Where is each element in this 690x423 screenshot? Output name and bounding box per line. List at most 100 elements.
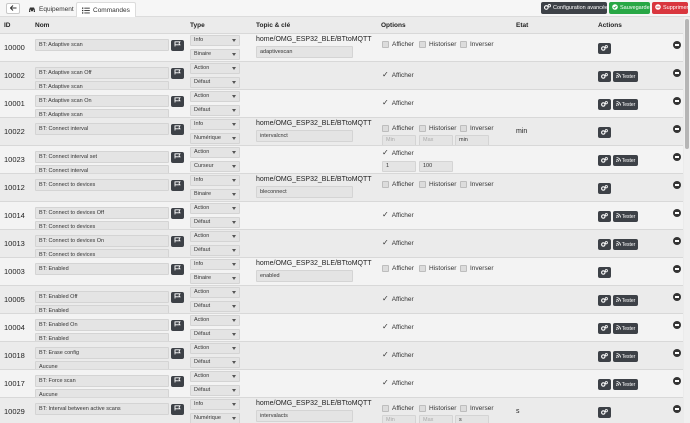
- afficher-option[interactable]: Afficher: [382, 181, 414, 188]
- test-button[interactable]: Tester: [613, 351, 638, 362]
- configure-button[interactable]: [598, 127, 611, 138]
- command-name-input[interactable]: BT: Adaptive scan Off: [35, 67, 169, 79]
- afficher-option[interactable]: ✓ Afficher: [382, 71, 414, 79]
- configure-button[interactable]: [598, 295, 611, 306]
- type-select[interactable]: Action: [190, 147, 240, 158]
- subtype-select[interactable]: Défaut: [190, 301, 240, 312]
- slider-min-input[interactable]: 1: [382, 161, 416, 172]
- inverser-option[interactable]: Inverser: [460, 125, 493, 132]
- afficher-option[interactable]: ✓ Afficher: [382, 295, 414, 303]
- remove-command-icon[interactable]: [673, 237, 681, 245]
- type-select[interactable]: Action: [190, 231, 240, 242]
- configure-button[interactable]: [598, 211, 611, 222]
- subtype-select[interactable]: Défaut: [190, 105, 240, 116]
- remove-command-icon[interactable]: [673, 405, 681, 413]
- command-name-input[interactable]: BT: Enabled Off: [35, 291, 169, 303]
- afficher-option[interactable]: ✓ Afficher: [382, 323, 414, 331]
- configure-icon-button[interactable]: [171, 291, 184, 303]
- afficher-option-checkbox[interactable]: [382, 405, 389, 412]
- test-button[interactable]: Tester: [613, 99, 638, 110]
- afficher-option[interactable]: ✓ Afficher: [382, 379, 414, 387]
- remove-command-icon[interactable]: [673, 377, 681, 385]
- configure-button[interactable]: [598, 183, 611, 194]
- command-name-input[interactable]: BT: Connect to devices On: [35, 235, 169, 247]
- subtype-select[interactable]: Défaut: [190, 217, 240, 228]
- remove-command-icon[interactable]: [673, 69, 681, 77]
- command-name-input[interactable]: BT: Adaptive scan: [35, 39, 169, 51]
- remove-command-icon[interactable]: [673, 97, 681, 105]
- configure-icon-button[interactable]: [171, 151, 184, 163]
- min-input[interactable]: Min: [382, 415, 416, 423]
- test-button[interactable]: Tester: [613, 71, 638, 82]
- remove-command-icon[interactable]: [673, 41, 681, 49]
- advanced-config-button[interactable]: Configuration avancée: [541, 2, 608, 14]
- configure-icon-button[interactable]: [171, 375, 184, 387]
- inverser-option-checkbox[interactable]: [460, 405, 467, 412]
- configure-icon-button[interactable]: [171, 207, 184, 219]
- command-name-input[interactable]: BT: Interval between active scans: [35, 403, 169, 415]
- afficher-option-checkbox[interactable]: [382, 265, 389, 272]
- remove-command-icon[interactable]: [673, 349, 681, 357]
- historiser-option-checkbox[interactable]: [419, 265, 426, 272]
- configure-icon-button[interactable]: [171, 179, 184, 191]
- command-name-input[interactable]: BT: Erase config: [35, 347, 169, 359]
- topic-key-input[interactable]: intervalcnct: [256, 130, 353, 142]
- test-button[interactable]: Tester: [613, 323, 638, 334]
- historiser-option[interactable]: Historiser: [419, 265, 456, 272]
- column-header-name[interactable]: Nom: [35, 22, 49, 32]
- remove-command-icon[interactable]: [673, 209, 681, 217]
- command-name-input[interactable]: BT: Enabled: [35, 263, 169, 275]
- configure-icon-button[interactable]: [171, 263, 184, 275]
- afficher-option[interactable]: ✓ Afficher: [382, 239, 414, 247]
- historiser-option-checkbox[interactable]: [419, 405, 426, 412]
- configure-button[interactable]: [598, 407, 611, 418]
- remove-command-icon[interactable]: [673, 153, 681, 161]
- afficher-option[interactable]: Afficher: [382, 41, 414, 48]
- afficher-option[interactable]: Afficher: [382, 405, 414, 412]
- remove-command-icon[interactable]: [673, 293, 681, 301]
- configure-icon-button[interactable]: [171, 123, 184, 135]
- historiser-option-checkbox[interactable]: [419, 41, 426, 48]
- back-button[interactable]: [6, 3, 20, 14]
- configure-icon-button[interactable]: [171, 347, 184, 359]
- inverser-option-checkbox[interactable]: [460, 265, 467, 272]
- type-select[interactable]: Info: [190, 119, 240, 130]
- test-button[interactable]: Tester: [613, 211, 638, 222]
- configure-button[interactable]: [598, 351, 611, 362]
- configure-button[interactable]: [598, 71, 611, 82]
- remove-command-icon[interactable]: [673, 265, 681, 273]
- command-name-input[interactable]: BT: Connect to devices Off: [35, 207, 169, 219]
- configure-icon-button[interactable]: [171, 95, 184, 107]
- remove-command-icon[interactable]: [673, 321, 681, 329]
- historiser-option-checkbox[interactable]: [419, 125, 426, 132]
- afficher-option[interactable]: Afficher: [382, 265, 414, 272]
- inverser-option[interactable]: Inverser: [460, 181, 493, 188]
- command-name-input[interactable]: BT: Connect interval: [35, 123, 169, 135]
- type-select[interactable]: Action: [190, 315, 240, 326]
- topic-key-input[interactable]: intervalacts: [256, 410, 353, 422]
- command-name-input[interactable]: BT: Force scan: [35, 375, 169, 387]
- inverser-option[interactable]: Inverser: [460, 405, 493, 412]
- historiser-option[interactable]: Historiser: [419, 41, 456, 48]
- max-input[interactable]: Max: [419, 415, 453, 423]
- configure-button[interactable]: [598, 155, 611, 166]
- topic-key-input[interactable]: adaptivescan: [256, 46, 353, 58]
- scrollbar-thumb[interactable]: [685, 19, 689, 149]
- subtype-select[interactable]: Binaire: [190, 189, 240, 200]
- subtype-select[interactable]: Curseur: [190, 161, 240, 172]
- subtype-select[interactable]: Défaut: [190, 77, 240, 88]
- configure-button[interactable]: [598, 379, 611, 390]
- type-select[interactable]: Action: [190, 203, 240, 214]
- historiser-option[interactable]: Historiser: [419, 181, 456, 188]
- configure-icon-button[interactable]: [171, 319, 184, 331]
- scrollbar[interactable]: [684, 17, 690, 423]
- afficher-option[interactable]: Afficher: [382, 125, 414, 132]
- configure-button[interactable]: [598, 99, 611, 110]
- unit-input[interactable]: s: [455, 415, 489, 423]
- configure-icon-button[interactable]: [171, 39, 184, 51]
- tab-equipement[interactable]: Equipement: [23, 2, 79, 17]
- inverser-option[interactable]: Inverser: [460, 265, 493, 272]
- subtype-select[interactable]: Défaut: [190, 245, 240, 256]
- type-select[interactable]: Info: [190, 175, 240, 186]
- inverser-option[interactable]: Inverser: [460, 41, 493, 48]
